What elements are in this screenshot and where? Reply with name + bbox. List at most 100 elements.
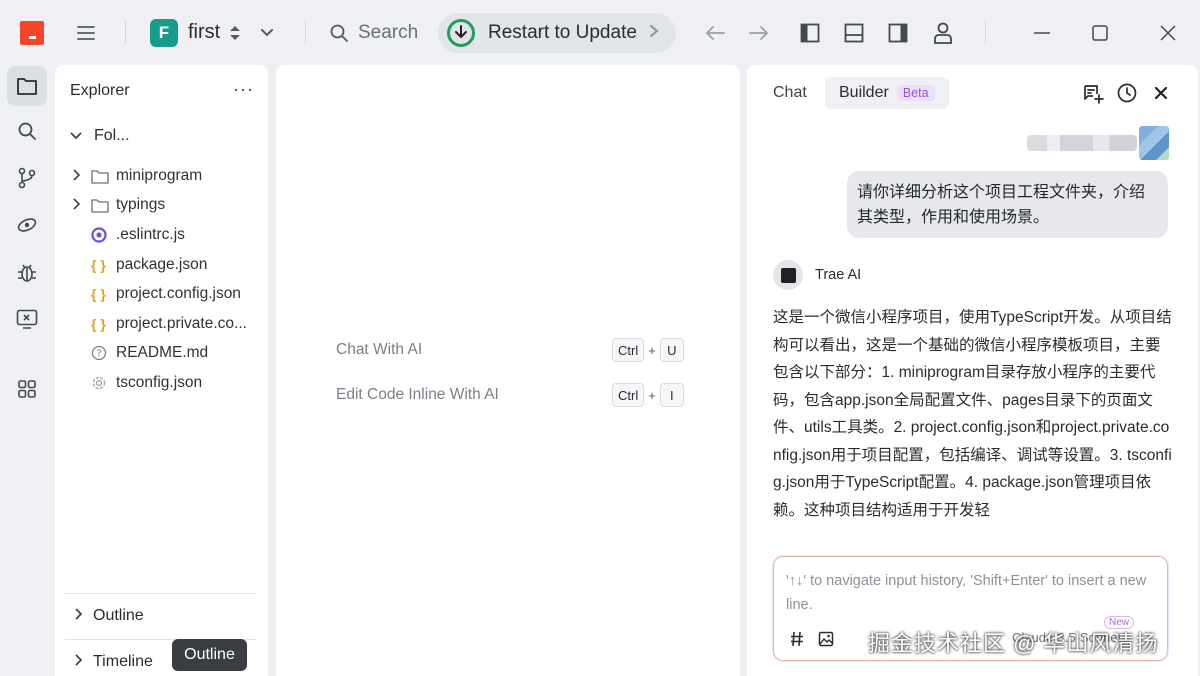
more-actions-icon[interactable]: ··· <box>233 79 254 100</box>
outline-tooltip: Outline <box>172 639 247 671</box>
timeline-label: Timeline <box>93 652 153 670</box>
download-icon <box>447 19 475 47</box>
explorer-panel: Explorer ··· Fol... miniprogram typings … <box>55 65 268 676</box>
json-icon: { } <box>91 286 106 302</box>
tab-builder-label: Builder <box>839 84 889 101</box>
chevron-right-icon <box>73 197 91 213</box>
new-chat-icon[interactable] <box>1081 81 1105 105</box>
hint-chat-with-ai: Chat With AI <box>336 341 423 358</box>
folder-icon <box>91 198 116 213</box>
tab-builder[interactable]: Builder Beta <box>825 77 949 109</box>
key-ctrl: Ctrl <box>612 338 645 362</box>
tab-chat[interactable]: Chat <box>761 77 819 109</box>
workspace-folder-header[interactable]: Fol... <box>70 127 130 145</box>
chevron-right-icon <box>649 24 659 43</box>
ai-avatar <box>773 260 803 290</box>
tree-item-project-private-config[interactable]: { } project.private.co... <box>73 312 247 336</box>
account-icon[interactable] <box>931 20 955 46</box>
ai-message: 这是一个微信小程序项目，使用TypeScript开发。从项目结构可以看出，这是一… <box>773 309 1172 519</box>
tree-item-label: project.private.co... <box>116 315 247 332</box>
forward-arrow-icon[interactable] <box>746 21 772 45</box>
shortcut-inline: Ctrl + I <box>612 383 684 407</box>
search-label[interactable]: Search <box>358 22 418 44</box>
tree-item-label: typings <box>116 196 166 213</box>
workspace-switch-icon[interactable] <box>228 22 242 44</box>
folder-name: Fol... <box>94 127 130 144</box>
tree-item-package-json[interactable]: { } package.json <box>73 253 207 277</box>
chat-input-placeholder[interactable]: '↑↓' to navigate input history, 'Shift+E… <box>786 569 1158 617</box>
explorer-title: Explorer <box>70 82 130 99</box>
chevron-down-icon <box>70 127 94 145</box>
hint-inline-edit: Edit Code Inline With AI <box>336 386 499 403</box>
close-window-icon[interactable] <box>1156 21 1180 45</box>
history-icon[interactable] <box>1115 81 1139 105</box>
terminal-icon[interactable] <box>7 299 47 339</box>
title-bar: F first Search Restart to Update <box>0 0 1200 64</box>
search-icon[interactable] <box>7 111 47 151</box>
tree-item-label: miniprogram <box>116 167 203 184</box>
workspace-badge[interactable]: F <box>150 19 178 47</box>
key-plus: + <box>648 342 656 358</box>
remote-icon[interactable] <box>7 205 47 245</box>
tree-item-tsconfig[interactable]: tsconfig.json <box>73 371 202 395</box>
beta-badge: Beta <box>896 85 935 101</box>
tree-item-label: tsconfig.json <box>116 374 203 391</box>
back-arrow-icon[interactable] <box>702 21 728 45</box>
tree-item-label: package.json <box>116 256 208 273</box>
activity-bar <box>0 64 54 676</box>
watermark: 掘金技术社区 @ 华山风清扬 <box>868 631 1159 656</box>
restart-to-update-button[interactable]: Restart to Update <box>438 13 676 53</box>
update-label: Restart to Update <box>488 22 637 43</box>
tree-item-label: README.md <box>116 344 209 361</box>
chevron-down-icon[interactable] <box>256 22 278 44</box>
key-plus: + <box>648 387 656 403</box>
separator <box>305 20 306 44</box>
outline-section-header[interactable]: Outline <box>65 593 257 637</box>
outline-label: Outline <box>93 606 144 624</box>
eslint-icon <box>91 227 116 243</box>
image-icon[interactable] <box>816 629 836 649</box>
shortcut-chat: Ctrl + U <box>612 338 684 362</box>
source-control-icon[interactable] <box>7 158 47 198</box>
editor-area: Chat With AI Ctrl + U Edit Code Inline W… <box>276 65 740 676</box>
key-ctrl: Ctrl <box>612 383 645 407</box>
debug-icon[interactable] <box>7 252 47 292</box>
search-icon[interactable] <box>328 22 350 44</box>
tree-item-typings[interactable]: typings <box>73 193 165 217</box>
explorer-icon[interactable] <box>7 66 47 106</box>
ai-name: Trae AI <box>815 267 862 283</box>
maximize-icon[interactable] <box>1088 21 1112 45</box>
gear-icon <box>91 375 116 391</box>
tree-item-label: project.config.json <box>116 285 241 302</box>
key-u: U <box>659 338 684 362</box>
info-icon: ? <box>91 345 116 361</box>
chevron-right-icon <box>73 168 91 184</box>
chevron-right-icon <box>65 654 93 669</box>
tree-item-project-config[interactable]: { } project.config.json <box>73 282 241 306</box>
toggle-right-panel-icon[interactable] <box>886 21 910 45</box>
hash-icon[interactable] <box>787 629 807 649</box>
avatar <box>1139 126 1169 160</box>
json-icon: { } <box>91 257 106 273</box>
extensions-icon[interactable] <box>7 369 47 409</box>
toggle-left-panel-icon[interactable] <box>798 21 822 45</box>
folder-icon <box>91 169 116 184</box>
tree-item-miniprogram[interactable]: miniprogram <box>73 164 202 188</box>
separator <box>125 20 126 44</box>
tree-item-eslintrc[interactable]: .eslintrc.js <box>73 223 185 247</box>
menu-icon[interactable] <box>74 21 98 45</box>
svg-text:?: ? <box>96 349 101 360</box>
app-logo <box>20 21 44 45</box>
tree-item-label: .eslintrc.js <box>116 226 185 243</box>
toggle-bottom-panel-icon[interactable] <box>842 21 866 45</box>
workspace-name[interactable]: first <box>188 21 220 44</box>
user-name-blurred <box>1027 135 1137 151</box>
tree-item-readme[interactable]: ? README.md <box>73 341 208 365</box>
json-icon: { } <box>91 316 106 332</box>
close-icon[interactable] <box>1149 81 1173 105</box>
chevron-right-icon <box>65 608 93 623</box>
ai-panel: Chat Builder Beta 请你详细分析这个项目工程文件夹，介绍其类型，… <box>747 65 1198 676</box>
user-message: 请你详细分析这个项目工程文件夹，介绍其类型，作用和使用场景。 <box>847 171 1168 238</box>
key-i: I <box>659 383 684 407</box>
minimize-icon[interactable] <box>1030 21 1054 45</box>
